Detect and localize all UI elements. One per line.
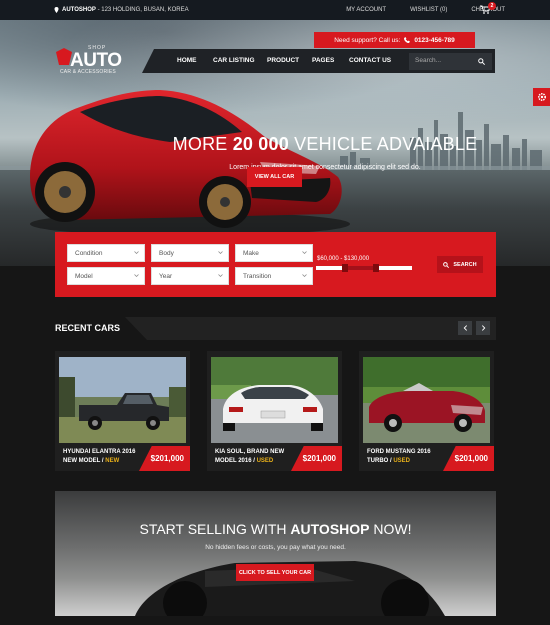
search-button-label: SEARCH	[453, 261, 477, 268]
red-sports-car-image	[30, 90, 350, 236]
chevron-down-icon	[134, 250, 139, 257]
top-bar: AUTOSHOP - 123 HOLDING, BUSAN, KOREA MY …	[0, 0, 550, 20]
sports-car-chassis-image	[135, 561, 445, 616]
car-card[interactable]: HYUNDAI ELANTRA 2016 NEW MODEL / NEW $20…	[55, 351, 190, 471]
carousel-prev-button[interactable]	[458, 321, 472, 335]
car-meta: NEW MODEL /	[63, 457, 106, 464]
phone-icon	[404, 37, 411, 43]
search-button[interactable]: SEARCH	[437, 256, 483, 273]
hero-title-count: 20 000	[232, 134, 289, 154]
search-icon[interactable]	[478, 58, 485, 65]
recent-cars-title: RECENT CARS	[55, 323, 121, 333]
chevron-down-icon	[218, 250, 223, 257]
support-label: Need support? Call us:	[334, 36, 401, 44]
car-photo[interactable]	[211, 357, 338, 443]
hero-title-pre: MORE	[172, 134, 233, 154]
car-search-panel	[55, 232, 496, 297]
price-range-slider[interactable]	[316, 264, 412, 272]
car-photo[interactable]	[59, 357, 186, 443]
my-account-link[interactable]: MY ACCOUNT	[346, 7, 386, 13]
chevron-down-icon	[134, 273, 139, 280]
transition-select[interactable]: Transition	[235, 267, 313, 285]
car-condition-tag: NEW	[105, 457, 120, 464]
sell-title-pre: START SELLING WITH	[139, 521, 291, 537]
wishlist-link[interactable]: WISHLIST (0)	[410, 7, 447, 13]
hero-title-post: VEHICLE ADVAIABLE	[288, 134, 478, 154]
model-select-value: Model	[75, 273, 93, 280]
car-condition-tag: USED	[256, 457, 274, 464]
sell-title-post: NOW!	[369, 521, 412, 537]
car-photo[interactable]	[363, 357, 490, 443]
car-price: $201,000	[291, 446, 342, 471]
year-select-value: Year	[159, 273, 173, 280]
sell-title-brand: AUTOSHOP	[290, 521, 370, 537]
chevron-down-icon	[302, 250, 307, 257]
view-all-car-button[interactable]: VIEW ALL CAR	[247, 167, 302, 187]
settings-toggle[interactable]	[533, 88, 550, 106]
store-location: - 123 HOLDING, BUSAN, KOREA	[95, 7, 189, 13]
year-select[interactable]: Year	[151, 267, 229, 285]
main-nav-links: HOME CAR LISTING PRODUCT PAGES CONTACT U…	[177, 57, 409, 64]
car-name: HYUNDAI ELANTRA 2016 NEW MODEL / NEW	[63, 448, 139, 465]
car-card[interactable]: FORD MUSTANG 2016 TURBO / USED $201,000	[359, 351, 494, 471]
car-meta: MODEL 2016 /	[215, 457, 257, 464]
condition-select[interactable]: Condition	[67, 244, 145, 262]
transition-select-value: Transition	[243, 273, 272, 280]
hero-title: MORE 20 000 VEHICLE ADVAIABLE	[0, 134, 550, 155]
nav-pages[interactable]: PAGES	[312, 57, 349, 64]
price-range-label: $60,000 - $130,000	[317, 256, 370, 262]
nav-product[interactable]: PRODUCT	[267, 57, 312, 64]
model-select[interactable]: Model	[67, 267, 145, 285]
nav-contact-us[interactable]: CONTACT US	[349, 57, 409, 64]
make-select[interactable]: Make	[235, 244, 313, 262]
autoshop-logo[interactable]: SHOP AUTO CAR & ACCESSORIES	[56, 42, 126, 76]
body-select-value: Body	[159, 250, 174, 257]
car-meta: TURBO /	[367, 457, 394, 464]
body-select[interactable]: Body	[151, 244, 229, 262]
pickup-truck-image	[59, 357, 186, 443]
price-min-handle[interactable]	[341, 264, 348, 272]
price-max-handle[interactable]	[372, 264, 379, 272]
store-address: AUTOSHOP - 123 HOLDING, BUSAN, KOREA	[54, 7, 189, 13]
nav-car-listing[interactable]: CAR LISTING	[213, 57, 267, 64]
car-card[interactable]: KIA SOUL, BRAND NEW MODEL 2016 / USED $2…	[207, 351, 342, 471]
carousel-next-button[interactable]	[476, 321, 490, 335]
car-name: FORD MUSTANG 2016 TURBO / USED	[367, 448, 443, 465]
support-banner: Need support? Call us: 0123-456-789	[314, 32, 475, 48]
price-range-fill	[344, 266, 376, 270]
search-icon	[443, 261, 450, 268]
sell-your-car-button[interactable]: CLICK TO SELL YOUR CAR	[236, 564, 314, 581]
car-title: HYUNDAI ELANTRA 2016	[63, 449, 136, 455]
logo-tagline: CAR & ACCESSORIES	[60, 69, 116, 75]
car-title: KIA SOUL, BRAND NEW	[215, 449, 285, 455]
support-phone[interactable]: 0123-456-789	[414, 37, 454, 44]
car-price: $201,000	[443, 446, 494, 471]
car-price: $201,000	[139, 446, 190, 471]
white-sedan-image	[211, 357, 338, 443]
car-condition-tag: USED	[393, 457, 411, 464]
location-pin-icon	[54, 7, 59, 13]
red-convertible-image	[363, 357, 490, 443]
car-name: KIA SOUL, BRAND NEW MODEL 2016 / USED	[215, 448, 291, 465]
chevron-left-icon	[463, 325, 467, 331]
condition-select-value: Condition	[75, 250, 103, 257]
sell-car-banner	[55, 491, 496, 616]
make-select-value: Make	[243, 250, 259, 257]
nav-home[interactable]: HOME	[177, 57, 213, 64]
store-brand: AUTOSHOP	[62, 7, 96, 13]
car-title: FORD MUSTANG 2016	[367, 449, 431, 455]
gear-icon	[537, 92, 547, 102]
chevron-right-icon	[481, 325, 485, 331]
chevron-down-icon	[218, 273, 223, 280]
chevron-down-icon	[302, 273, 307, 280]
sell-subtitle: No hidden fees or costs, you pay what yo…	[205, 544, 346, 551]
sell-title: START SELLING WITH AUTOSHOP NOW!	[55, 521, 496, 537]
cart-count-badge: 2	[488, 2, 496, 10]
